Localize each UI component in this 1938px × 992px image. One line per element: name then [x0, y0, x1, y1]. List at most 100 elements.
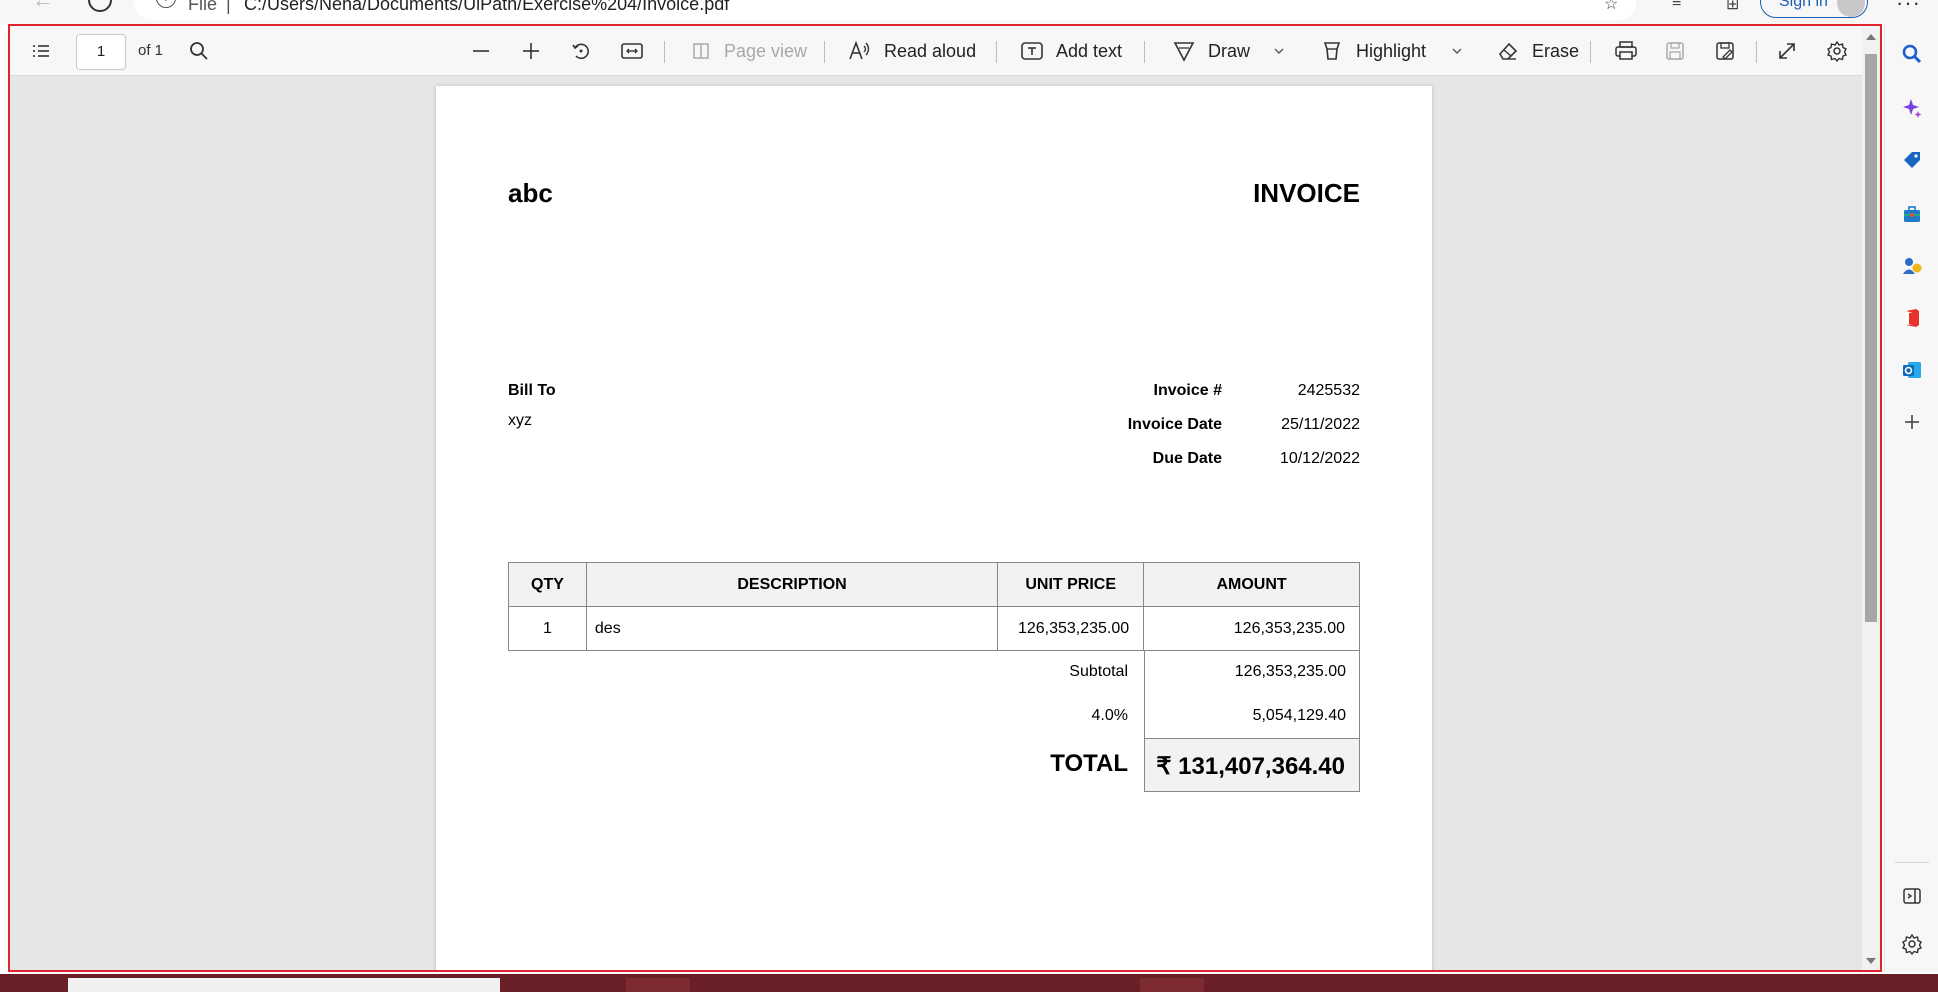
row-description: des [585, 606, 999, 651]
more-options-icon[interactable]: ··· [1896, 0, 1921, 16]
totals-section: Subtotal 126,353,235.00 4.0% 5,054,129.4… [508, 650, 1360, 792]
subtotal-label: Subtotal [1069, 663, 1128, 680]
zoom-in-icon[interactable] [520, 26, 542, 76]
scroll-thumb[interactable] [1865, 54, 1877, 622]
total-label: TOTAL [1050, 750, 1128, 777]
toolbar-divider [996, 41, 997, 63]
read-aloud-button[interactable]: Read aloud [848, 26, 976, 76]
due-date-label: Due Date [1152, 450, 1222, 467]
page-view-label: Page view [724, 40, 808, 61]
games-icon[interactable] [1900, 254, 1924, 278]
contents-icon[interactable] [30, 26, 52, 76]
address-url[interactable]: C:/Users/Neha/Documents/UiPath/Exercise%… [244, 0, 729, 15]
office-icon[interactable] [1900, 306, 1924, 330]
tools-icon[interactable] [1900, 202, 1924, 226]
sidebar-settings-icon[interactable] [1900, 932, 1924, 956]
row-amount: 126,353,235.00 [1143, 606, 1360, 651]
favorites-list-icon[interactable]: ≡ [1672, 0, 1694, 12]
copilot-icon[interactable] [1900, 96, 1924, 120]
bill-to-name: xyz [508, 412, 532, 429]
erase-label: Erase [1532, 40, 1580, 61]
add-icon[interactable] [1900, 410, 1924, 434]
highlight-button[interactable]: Highlight [1320, 26, 1426, 76]
settings-gear-icon[interactable] [1826, 26, 1848, 76]
tax-label: 4.0% [1091, 707, 1128, 724]
erase-button[interactable]: Erase [1496, 26, 1579, 76]
browser-address-bar: ← i File | C:/Users/Neha/Documents/UiPat… [0, 0, 1938, 24]
toolbar-divider [824, 41, 825, 63]
page-number-input[interactable]: 1 [76, 34, 126, 70]
favorites-add-icon[interactable]: ☆ [1604, 0, 1626, 13]
draw-button[interactable]: Draw [1172, 26, 1250, 76]
edge-sidebar [1884, 24, 1938, 972]
outlook-icon[interactable] [1900, 358, 1924, 382]
fullscreen-icon[interactable] [1776, 26, 1798, 76]
tax-row: 4.0% 5,054,129.40 [508, 694, 1360, 738]
save-as-icon[interactable] [1714, 26, 1736, 76]
invoice-number-value: 2425532 [1297, 382, 1360, 399]
pdf-viewer: 1 of 1 Page view Read aloud Add text Dra… [8, 24, 1882, 972]
column-header-description: DESCRIPTION [585, 562, 999, 607]
add-text-label: Add text [1056, 40, 1123, 61]
search-icon[interactable] [1900, 42, 1924, 66]
column-header-qty: QTY [508, 562, 587, 607]
scroll-down-arrow-icon[interactable] [1866, 958, 1876, 964]
print-icon[interactable] [1614, 26, 1638, 76]
invoice-title: INVOICE [1253, 178, 1360, 208]
file-scheme-label: File [188, 0, 218, 14]
row-unit-price: 126,353,235.00 [997, 606, 1145, 651]
subtotal-value: 126,353,235.00 [1234, 663, 1346, 680]
sign-in-button[interactable]: Sign in [1760, 0, 1868, 18]
page-view-button[interactable]: Page view [690, 26, 807, 76]
toolbar-divider [1756, 41, 1757, 63]
avatar [1837, 0, 1865, 17]
vertical-scrollbar[interactable] [1862, 28, 1880, 970]
sidebar-divider [1895, 862, 1929, 863]
taskbar-search-box[interactable] [68, 978, 500, 992]
company-name: abc [508, 178, 553, 208]
collections-icon[interactable]: ⊞ [1726, 0, 1748, 13]
reload-icon[interactable] [88, 0, 112, 12]
add-text-button[interactable]: Add text [1020, 26, 1122, 76]
pdf-toolbar: 1 of 1 Page view Read aloud Add text Dra… [10, 26, 1880, 76]
invoice-items-table: QTY DESCRIPTION UNIT PRICE AMOUNT 1 des … [508, 562, 1360, 651]
shopping-tag-icon[interactable] [1900, 148, 1924, 172]
back-arrow-icon[interactable]: ← [32, 0, 56, 14]
hide-sidebar-icon[interactable] [1900, 884, 1924, 908]
tax-value: 5,054,129.40 [1252, 707, 1346, 724]
toolbar-divider [1590, 41, 1591, 63]
table-row: 1 des 126,353,235.00 126,353,235.00 [508, 606, 1360, 651]
taskbar-app-button[interactable] [626, 978, 690, 992]
subtotal-row: Subtotal 126,353,235.00 [508, 650, 1360, 694]
scroll-up-arrow-icon[interactable] [1866, 34, 1876, 40]
total-value: ₹ 131,407,364.40 [1156, 753, 1345, 780]
toolbar-divider [664, 41, 665, 63]
taskbar-app-button[interactable] [1140, 978, 1204, 992]
page-count: of 1 [138, 42, 164, 59]
total-box: ₹ 131,407,364.40 [1144, 738, 1360, 792]
invoice-number-label: Invoice # [1153, 382, 1222, 399]
toolbar-divider [1144, 41, 1145, 63]
fit-to-width-icon[interactable] [620, 26, 644, 76]
find-icon[interactable] [188, 26, 210, 76]
due-date-value: 10/12/2022 [1279, 450, 1360, 467]
draw-label: Draw [1208, 40, 1251, 61]
rotate-icon[interactable] [570, 26, 592, 76]
column-header-amount: AMOUNT [1143, 562, 1360, 607]
taskbar [0, 974, 1938, 992]
save-icon[interactable] [1664, 26, 1686, 76]
highlight-options-chevron-down-icon[interactable] [1450, 26, 1464, 76]
bill-to-label: Bill To [508, 382, 556, 399]
pdf-page: abc INVOICE Bill To xyz Invoice # 242553… [436, 86, 1432, 970]
draw-options-chevron-down-icon[interactable] [1272, 26, 1286, 76]
column-header-unit-price: UNIT PRICE [997, 562, 1145, 607]
row-qty: 1 [508, 606, 587, 651]
address-separator: | [226, 0, 231, 14]
read-aloud-label: Read aloud [884, 40, 977, 61]
invoice-date-value: 25/11/2022 [1281, 416, 1360, 433]
zoom-out-icon[interactable] [470, 26, 492, 76]
invoice-date-label: Invoice Date [1127, 416, 1222, 433]
highlight-label: Highlight [1356, 40, 1427, 61]
sign-in-label: Sign in [1779, 0, 1828, 10]
table-header-row: QTY DESCRIPTION UNIT PRICE AMOUNT [508, 562, 1360, 607]
